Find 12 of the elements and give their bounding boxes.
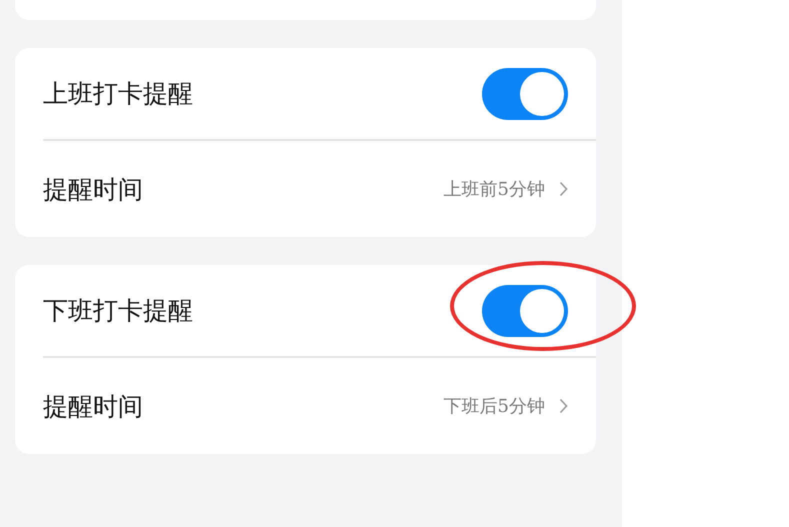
setting-value: 上班前5分钟 xyxy=(444,178,545,201)
setting-row[interactable]: 提醒时间 下班后5分钟 xyxy=(43,358,596,454)
toggle-switch[interactable] xyxy=(482,284,568,336)
setting-value: 下班后5分钟 xyxy=(444,395,545,418)
setting-label: 下班打卡提醒 xyxy=(43,295,193,327)
toggle-switch[interactable] xyxy=(482,68,568,120)
setting-label: 提醒时间 xyxy=(43,174,143,206)
chevron-right-icon xyxy=(559,398,568,414)
setting-label: 提醒时间 xyxy=(43,390,143,422)
setting-label: 上班打卡提醒 xyxy=(43,78,193,110)
chevron-right-icon xyxy=(559,181,568,197)
setting-row[interactable]: 提醒时间 上班前5分钟 xyxy=(43,141,596,237)
